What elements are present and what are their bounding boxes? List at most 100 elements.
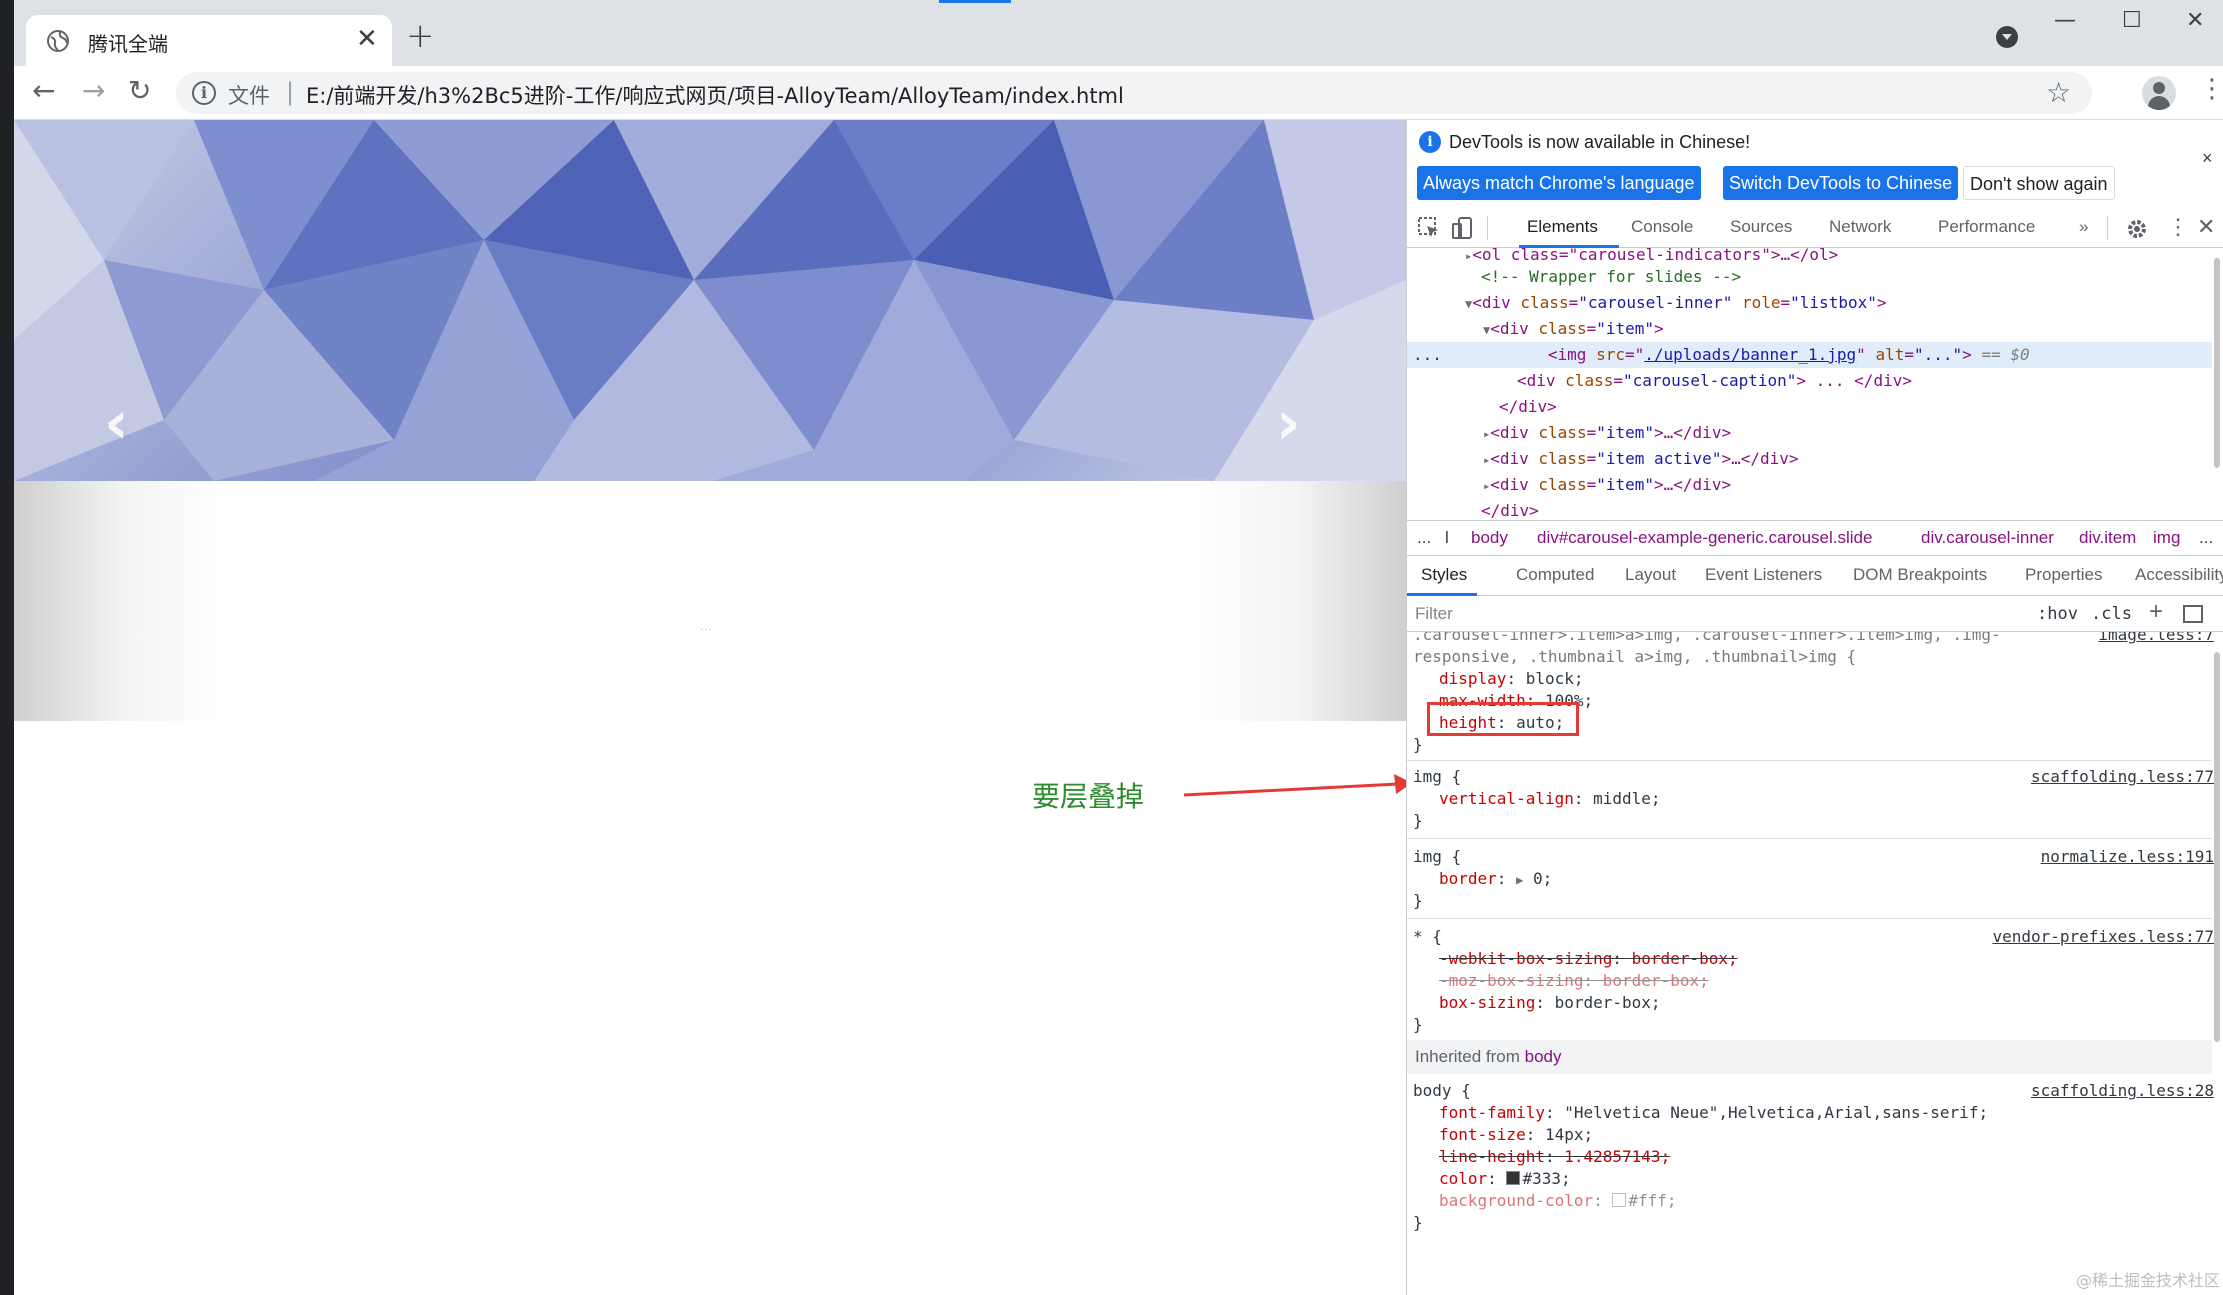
reload-icon[interactable]: ↻ <box>128 74 151 107</box>
dom-line-selected[interactable]: ... <img src="./uploads/banner_1.jpg" alt… <box>1407 342 2212 368</box>
style-declaration-inactive[interactable]: background-color: #fff; <box>1439 1190 1677 1212</box>
dom-line[interactable]: ▸<div class="item active">…</div> <box>1407 446 2212 472</box>
more-tabs-icon[interactable]: » <box>2079 217 2088 237</box>
color-swatch[interactable] <box>1612 1193 1627 1207</box>
tab-accessibility[interactable]: Accessibility <box>2135 565 2223 585</box>
style-declaration[interactable]: color: #333; <box>1439 1168 1571 1190</box>
rule-source-link[interactable]: scaffolding.less:28 <box>2031 1080 2214 1102</box>
url-text[interactable]: E:/前端开发/h3%2Bc5进阶-工作/响应式网页/项目-AlloyTeam/… <box>306 80 1124 110</box>
address-bar[interactable]: i 文件 | E:/前端开发/h3%2Bc5进阶-工作/响应式网页/项目-All… <box>176 72 2092 114</box>
tab-event-listeners[interactable]: Event Listeners <box>1705 565 1822 585</box>
dom-tag: > ... <box>1796 371 1855 390</box>
dom-line[interactable]: <div class="carousel-caption"> ... </div… <box>1407 368 2212 394</box>
dom-node: <ol class="carousel-indicators">…</ol> <box>1472 248 1839 264</box>
rule-selector[interactable]: .carousel-inner>.item>a>img, .carousel-i… <box>1413 632 2001 646</box>
new-tab-button[interactable]: + <box>406 16 435 56</box>
info-icon[interactable]: i <box>192 81 216 105</box>
switch-to-chinese-button[interactable]: Switch DevTools to Chinese <box>1723 166 1959 200</box>
style-declaration-overridden[interactable]: line-height: 1.42857143; <box>1439 1146 1670 1168</box>
style-declaration-overridden[interactable]: -webkit-box-sizing: border-box; <box>1439 948 1738 970</box>
elements-scrollbar[interactable] <box>2214 258 2220 468</box>
dom-line[interactable]: </div> <box>1407 498 2212 520</box>
dom-attr: class <box>1538 475 1587 494</box>
tab-computed[interactable]: Computed <box>1516 565 1594 585</box>
toggle-sidebar-icon[interactable] <box>2183 605 2203 623</box>
class-toggle[interactable]: .cls <box>2091 604 2132 624</box>
dom-line[interactable]: ▼<div class="item"> <box>1407 316 2212 342</box>
breadcrumb-item[interactable]: l <box>1445 528 1449 548</box>
rule-selector[interactable]: responsive, .thumbnail a>img, .thumbnail… <box>1413 646 1856 668</box>
close-tab-icon[interactable]: ✕ <box>356 24 378 54</box>
dom-line-ellipsis[interactable]: ... <box>1413 345 1442 364</box>
inherited-element-link[interactable]: body <box>1525 1047 1562 1066</box>
style-declaration-overridden[interactable]: -moz-box-sizing: border-box; <box>1439 970 1709 992</box>
styles-scrollbar[interactable] <box>2214 652 2220 1042</box>
close-devtools-icon[interactable]: ✕ <box>2197 214 2215 240</box>
tab-search-icon[interactable] <box>1996 26 2018 48</box>
dom-src-link[interactable]: ./uploads/banner_1.jpg <box>1644 345 1856 364</box>
rule-source-link[interactable]: normalize.less:191 <box>2041 846 2214 868</box>
settings-gear-icon[interactable] <box>2125 217 2149 241</box>
tab-layout[interactable]: Layout <box>1625 565 1676 585</box>
profile-avatar[interactable] <box>2142 76 2176 110</box>
tab-elements[interactable]: Elements <box>1527 217 1598 237</box>
dom-line[interactable]: ▸<div class="item">…</div> <box>1407 472 2212 498</box>
customize-devtools-icon[interactable]: ⋮ <box>2167 214 2189 240</box>
breadcrumb-item[interactable]: img <box>2153 528 2180 548</box>
tab-dom-breakpoints[interactable]: DOM Breakpoints <box>1853 565 1987 585</box>
dom-line[interactable]: </div> <box>1407 394 2212 420</box>
style-declaration[interactable]: border: ▶ 0; <box>1439 868 1552 890</box>
carousel-prev-icon[interactable]: ‹ <box>104 388 129 458</box>
style-declaration[interactable]: font-family: "Helvetica Neue",Helvetica,… <box>1439 1102 1988 1124</box>
rule-source-link[interactable]: image.less:7 <box>2098 632 2214 646</box>
rule-source-link[interactable]: scaffolding.less:77 <box>2031 766 2214 788</box>
styles-pane[interactable]: .carousel-inner>.item>a>img, .carousel-i… <box>1407 632 2223 1295</box>
hover-state-toggle[interactable]: :hov <box>2037 604 2078 624</box>
rule-selector[interactable]: img { <box>1413 766 1461 788</box>
close-window-icon[interactable]: ✕ <box>2186 8 2204 33</box>
dom-comment[interactable]: <!-- Wrapper for slides --> <box>1407 264 2212 290</box>
tab-properties[interactable]: Properties <box>2025 565 2102 585</box>
forward-icon[interactable]: → <box>82 74 105 107</box>
breadcrumb-item[interactable]: body <box>1471 528 1508 548</box>
inherited-from-header: Inherited from body <box>1407 1040 2212 1074</box>
style-declaration[interactable]: font-size: 14px; <box>1439 1124 1593 1146</box>
rule-source-link[interactable]: vendor-prefixes.less:77 <box>1992 926 2214 948</box>
rule-selector[interactable]: * { <box>1413 926 1442 948</box>
browser-tab[interactable]: 腾讯全端 ✕ <box>26 15 392 66</box>
dont-show-again-button[interactable]: Don't show again <box>1963 166 2115 200</box>
carousel-banner-image: ‹ › <box>14 120 1406 481</box>
chrome-menu-icon[interactable]: ⋮ <box>2199 74 2223 104</box>
style-declaration[interactable]: box-sizing: border-box; <box>1439 992 1661 1014</box>
bookmark-star-icon[interactable]: ☆ <box>2046 76 2071 109</box>
tab-network[interactable]: Network <box>1829 217 1891 237</box>
breadcrumb-item[interactable]: div.item <box>2079 528 2136 548</box>
elements-dom-tree[interactable]: ▸<ol class="carousel-indicators">…</ol> … <box>1407 248 2223 520</box>
color-swatch[interactable] <box>1506 1171 1521 1185</box>
infobar-close-icon[interactable]: × <box>2202 148 2213 169</box>
minimize-icon[interactable]: — <box>2054 8 2076 33</box>
new-style-rule-icon[interactable]: + <box>2149 598 2163 626</box>
tab-console[interactable]: Console <box>1631 217 1693 237</box>
dom-line[interactable]: ▸<div class="item">…</div> <box>1407 420 2212 446</box>
rule-selector[interactable]: body { <box>1413 1080 1471 1102</box>
carousel-next-icon[interactable]: › <box>1276 388 1301 458</box>
rule-selector[interactable]: img { <box>1413 846 1461 868</box>
style-declaration[interactable]: vertical-align: middle; <box>1439 788 1661 810</box>
breadcrumb-ellipsis[interactable]: ... <box>2199 528 2213 548</box>
carousel-indicators[interactable]: ··· <box>700 625 713 636</box>
device-toolbar-icon[interactable] <box>1451 216 1475 240</box>
back-icon[interactable]: ← <box>32 74 55 107</box>
styles-filter-input[interactable]: Filter <box>1415 604 1453 624</box>
breadcrumb-item[interactable]: div.carousel-inner <box>1921 528 2054 548</box>
breadcrumb-ellipsis[interactable]: ... <box>1417 528 1431 548</box>
inspect-element-icon[interactable] <box>1417 216 1441 240</box>
breadcrumb-item[interactable]: div#carousel-example-generic.carousel.sl… <box>1537 528 1872 548</box>
tab-performance[interactable]: Performance <box>1938 217 2035 237</box>
tab-styles[interactable]: Styles <box>1421 565 1467 585</box>
maximize-icon[interactable]: ☐ <box>2122 8 2142 33</box>
always-match-language-button[interactable]: Always match Chrome's language <box>1417 166 1701 200</box>
dom-line[interactable]: ▼<div class="carousel-inner" role="listb… <box>1407 290 2212 316</box>
style-declaration[interactable]: display: block; <box>1439 668 1584 690</box>
tab-sources[interactable]: Sources <box>1730 217 1792 237</box>
